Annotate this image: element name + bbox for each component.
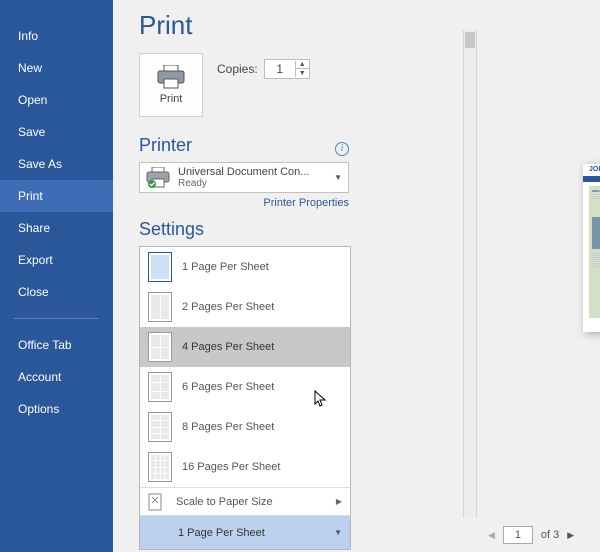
nav-save[interactable]: Save: [0, 116, 113, 148]
prev-page-button[interactable]: ◀: [488, 530, 495, 541]
nav-save-as[interactable]: Save As: [0, 148, 113, 180]
option-label: 8 Pages Per Sheet: [182, 421, 274, 433]
selected-label: 1 Page Per Sheet: [178, 527, 265, 539]
copies-down-icon[interactable]: ▼: [295, 69, 309, 77]
option-label: 2 Pages Per Sheet: [182, 301, 274, 313]
nav-close[interactable]: Close: [0, 276, 113, 308]
printer-ready-icon: [146, 167, 172, 189]
submenu-arrow-icon: ▶: [336, 497, 342, 506]
nav-office-tab[interactable]: Office Tab: [0, 329, 113, 361]
copies-up-icon[interactable]: ▲: [295, 61, 309, 69]
nav-new[interactable]: New: [0, 52, 113, 84]
info-icon[interactable]: i: [335, 142, 349, 156]
scrollbar-thumb[interactable]: [465, 32, 475, 48]
pages-per-sheet-dropdown: 1 Page Per Sheet 2 Pages Per Sheet 4 Pag…: [139, 246, 351, 550]
option-2-pages[interactable]: 2 Pages Per Sheet: [140, 287, 350, 327]
printer-name: Universal Document Con...: [178, 166, 328, 178]
next-page-button[interactable]: ▶: [567, 530, 574, 541]
copies-value: 1: [265, 60, 295, 78]
nav-options[interactable]: Options: [0, 393, 113, 425]
option-label: 6 Pages Per Sheet: [182, 381, 274, 393]
backstage-nav: Info New Open Save Save As Print Share E…: [0, 0, 113, 552]
preview-scrollbar[interactable]: [463, 30, 477, 518]
copies-stepper[interactable]: 1 ▲ ▼: [264, 59, 310, 79]
nav-share[interactable]: Share: [0, 212, 113, 244]
nav-export[interactable]: Export: [0, 244, 113, 276]
nav-print[interactable]: Print: [0, 180, 113, 212]
printer-heading: Printer: [139, 135, 192, 156]
printer-properties-link[interactable]: Printer Properties: [139, 197, 349, 209]
page-total-label: of 3: [541, 529, 559, 541]
nav-account[interactable]: Account: [0, 361, 113, 393]
printer-status: Ready: [178, 178, 328, 189]
preview-name-first: JOHN: [589, 166, 600, 173]
nav-divider: [14, 318, 99, 319]
option-4-pages[interactable]: 4 Pages Per Sheet: [140, 327, 350, 367]
page-navigator: ◀ 1 of 3 ▶: [478, 526, 600, 544]
option-8-pages[interactable]: 8 Pages Per Sheet: [140, 407, 350, 447]
chevron-down-icon: ▼: [334, 173, 342, 182]
copies-label: Copies:: [217, 62, 258, 76]
scale-label: Scale to Paper Size: [176, 496, 273, 508]
option-1-page[interactable]: 1 Page Per Sheet: [140, 247, 350, 287]
chevron-down-icon: ▼: [334, 528, 342, 537]
option-label: 1 Page Per Sheet: [182, 261, 269, 273]
print-button[interactable]: Print: [139, 53, 203, 117]
printer-icon: [156, 65, 186, 89]
print-preview: JOHN SMITH ABOUT ME EXPERIENCE: [485, 30, 600, 518]
option-label: 16 Pages Per Sheet: [182, 461, 280, 473]
page-number-input[interactable]: 1: [503, 526, 533, 544]
print-button-label: Print: [160, 93, 183, 105]
option-label: 4 Pages Per Sheet: [182, 341, 274, 353]
nav-info[interactable]: Info: [0, 20, 113, 52]
scale-to-paper-size[interactable]: Scale to Paper Size ▶: [140, 487, 350, 515]
preview-about-label: ABOUT ME: [592, 189, 600, 193]
print-panel: Print Print Copies: 1 ▲ ▼: [113, 0, 600, 552]
option-6-pages[interactable]: 6 Pages Per Sheet: [140, 367, 350, 407]
scale-icon: [148, 493, 166, 511]
copies-field: Copies: 1 ▲ ▼: [217, 59, 310, 79]
pages-per-sheet-selected[interactable]: 1 Page Per Sheet ▼: [140, 515, 350, 549]
printer-selector[interactable]: Universal Document Con... Ready ▼: [139, 162, 349, 193]
nav-open[interactable]: Open: [0, 84, 113, 116]
document-preview-page: JOHN SMITH ABOUT ME EXPERIENCE: [583, 164, 600, 332]
option-16-pages[interactable]: 16 Pages Per Sheet: [140, 447, 350, 487]
